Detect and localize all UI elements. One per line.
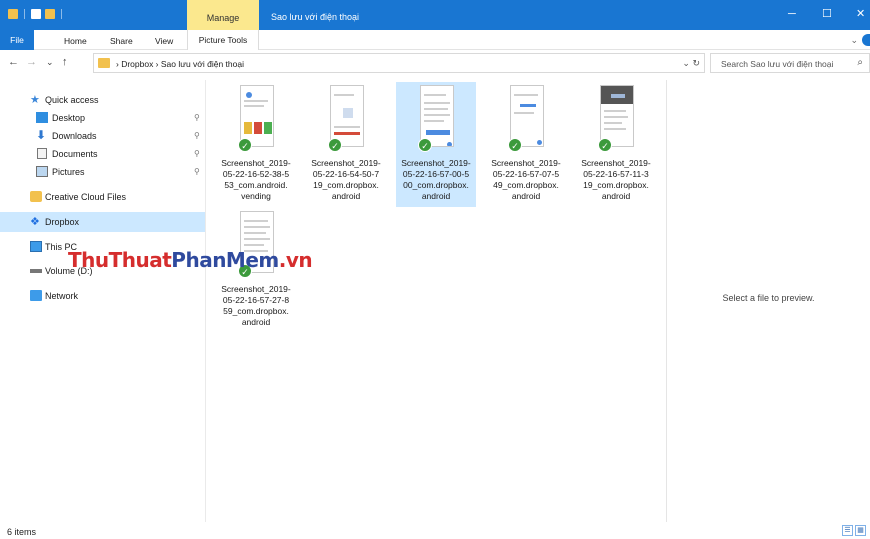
file-name: Screenshot_2019- 05-22-16-52-38-5 53_com.a… [221,158,291,201]
manage-label: Manage [206,13,240,23]
nav-label: Documents [52,149,98,159]
ribbon-tabs: File Home Share View Picture Tools ⌄ [0,30,870,50]
navigation-pane: ★ Quick access Desktop ⚲ ⬇ Downloads ⚲ D… [0,80,205,522]
view-toggle: ☰ ▦ [842,525,866,536]
status-bar: 6 items ☰ ▦ [0,522,870,539]
nav-label: Creative Cloud Files [45,192,127,202]
sync-status-icon: ✓ [238,138,252,152]
dropbox-icon: ❖ [30,216,40,228]
address-controls[interactable]: ⌄ ↻ [682,58,700,69]
file-name: Screenshot_2019- 05-22-16-57-27-8 59_com.d… [221,284,291,327]
new-folder-icon[interactable] [45,9,55,19]
sync-status-icon: ✓ [598,138,612,152]
separator [61,9,62,19]
nav-label: Dropbox [45,217,80,227]
file-item[interactable]: ✓ Screenshot_2019- 05-22-16-54-50-7 19_com… [306,82,386,207]
properties-icon[interactable] [31,9,41,19]
nav-label: Network [45,291,79,301]
forward-button[interactable]: → [26,57,37,68]
pictures-icon [36,166,48,177]
title-bar: Manage Sao lưu với điện thoại ─ ☐ ✕ [0,0,870,30]
manage-tab-highlight[interactable]: Manage [187,0,259,30]
address-bar[interactable]: › Dropbox › Sao lưu với điện thoại ⌄ ↻ [93,53,705,73]
file-name: Screenshot_2019- 05-22-16-57-07-5 49_com.d… [491,158,561,201]
tab-picture-tools[interactable]: Picture Tools [187,30,259,50]
file-item-selected[interactable]: ✓ Screenshot_2019- 05-22-16-57-00-5 00_com… [396,82,476,207]
search-icon: ⌕ [857,57,863,68]
file-list: ✓ Screenshot_2019- 05-22-16-52-38-5 53_com… [206,80,666,522]
breadcrumb[interactable]: › Dropbox › Sao lưu với điện thoại [116,59,244,69]
tab-view[interactable]: View [155,36,173,46]
details-view-icon[interactable]: ☰ [842,525,853,536]
ribbon-collapse-icon[interactable]: ⌄ [850,35,858,46]
sync-status-icon: ✓ [418,138,432,152]
tab-share[interactable]: Share [110,36,133,46]
folder-icon[interactable] [8,9,18,19]
file-item[interactable]: ✓ Screenshot_2019- 05-22-16-57-11-3 19_com… [576,82,656,207]
nav-label: Pictures [52,167,85,177]
nav-item-dropbox[interactable]: ❖ Dropbox [0,212,205,232]
nav-label: Downloads [52,131,97,141]
download-icon: ⬇ [36,128,47,142]
quick-access-toolbar [8,9,64,19]
nav-label: Quick access [45,95,99,105]
star-icon: ★ [30,94,40,106]
pin-icon[interactable]: ⚲ [194,131,200,140]
file-item[interactable]: ✓ Screenshot_2019- 05-22-16-52-38-5 53_com… [216,82,296,207]
close-button[interactable]: ✕ [856,9,865,20]
nav-item-desktop[interactable]: Desktop ⚲ [0,108,205,128]
tab-file[interactable]: File [0,30,34,50]
item-count: 6 items [7,527,37,537]
sync-status-icon: ✓ [508,138,522,152]
tab-home[interactable]: Home [64,36,87,46]
file-name: Screenshot_2019- 05-22-16-54-50-7 19_com.d… [311,158,381,201]
minimize-button[interactable]: ─ [788,9,796,20]
drive-icon [30,269,42,273]
nav-item-creative-cloud[interactable]: Creative Cloud Files [0,187,205,207]
nav-item-network[interactable]: Network [0,286,205,306]
search-input[interactable]: Search Sao lưu với điện thoại ⌕ [710,53,870,73]
nav-item-pictures[interactable]: Pictures ⚲ [0,162,205,182]
up-button[interactable]: ↑ [62,57,68,68]
address-row: ← → ⌄ ↑ › Dropbox › Sao lưu với điện tho… [0,50,870,76]
file-item[interactable]: ✓ Screenshot_2019- 05-22-16-57-07-5 49_com… [486,82,566,207]
window-title: Sao lưu với điện thoại [271,12,359,22]
nav-label: Desktop [52,113,86,123]
pin-icon[interactable]: ⚲ [194,167,200,176]
recent-locations-button[interactable]: ⌄ [46,57,54,68]
documents-icon [37,148,47,159]
search-placeholder: Search Sao lưu với điện thoại [721,59,834,69]
preview-message: Select a file to preview. [722,293,815,303]
folder-icon [98,58,110,68]
maximize-button[interactable]: ☐ [822,9,832,20]
pin-icon[interactable]: ⚲ [194,113,200,122]
back-button[interactable]: ← [8,57,19,68]
desktop-icon [36,112,48,123]
sync-status-icon: ✓ [328,138,342,152]
separator [24,9,25,19]
file-name: Screenshot_2019- 05-22-16-57-00-5 00_com.d… [401,158,471,201]
network-icon [30,290,42,301]
nav-item-downloads[interactable]: ⬇ Downloads ⚲ [0,126,205,146]
file-name: Screenshot_2019- 05-22-16-57-11-3 19_com.d… [581,158,651,201]
nav-item-quick-access[interactable]: ★ Quick access [0,90,205,110]
nav-item-documents[interactable]: Documents ⚲ [0,144,205,164]
help-icon[interactable] [862,34,870,46]
large-icons-view-icon[interactable]: ▦ [855,525,866,536]
watermark: ThuThuatPhanMem.vn [68,248,313,272]
creative-cloud-icon [30,191,42,202]
computer-icon [30,241,42,252]
pin-icon[interactable]: ⚲ [194,149,200,158]
